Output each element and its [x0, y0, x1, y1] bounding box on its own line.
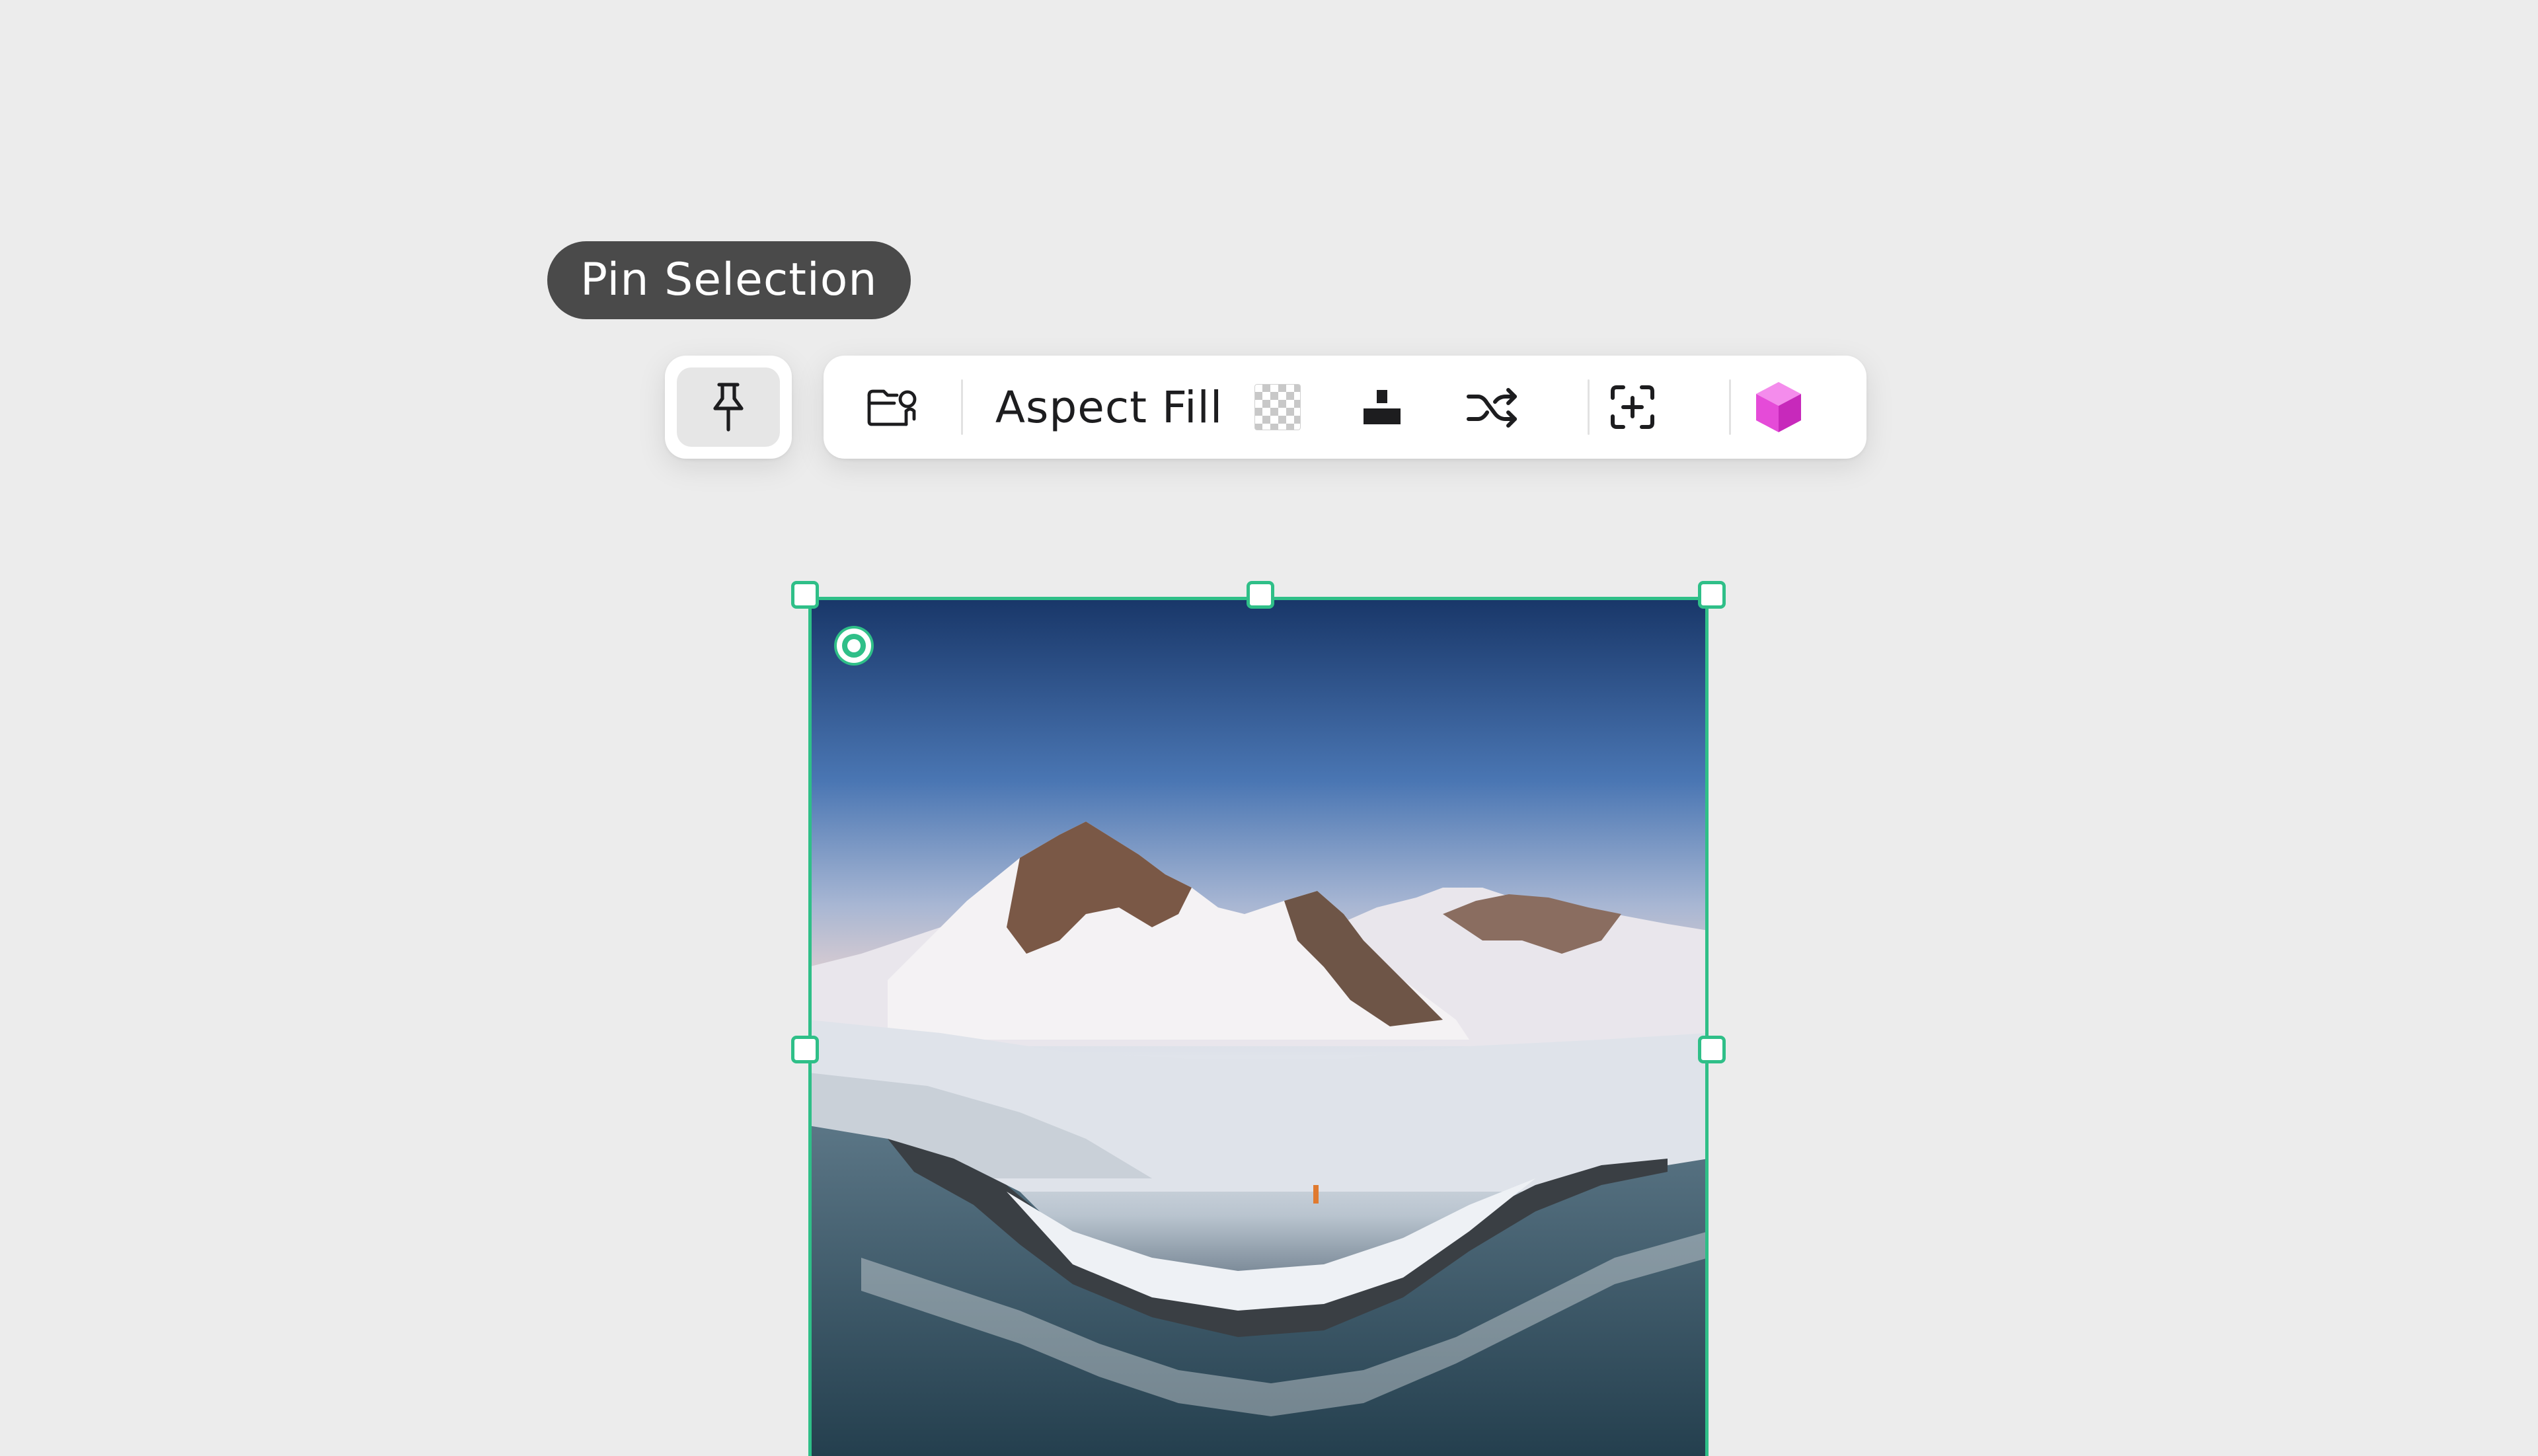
- resize-handle-right[interactable]: [1698, 1036, 1726, 1063]
- fill-mode-label: Aspect Fill: [995, 381, 1223, 433]
- pin-selection-tooltip: Pin Selection: [547, 241, 911, 319]
- checkerboard-icon: [1254, 384, 1301, 430]
- add-frame-icon: [1611, 385, 1654, 429]
- folder-image-icon: [867, 389, 917, 426]
- pin-selection-button[interactable]: [677, 367, 780, 447]
- stack-button[interactable]: [1352, 374, 1412, 440]
- image-toolbar: Aspect Fill: [824, 356, 1866, 459]
- transparency-button[interactable]: [1248, 374, 1307, 440]
- selected-image[interactable]: [808, 597, 1709, 1456]
- toolbar-separator: [961, 379, 963, 435]
- fill-mode-button[interactable]: Aspect Fill: [983, 374, 1235, 440]
- layer-stack-icon: [1364, 390, 1401, 424]
- add-frame-button[interactable]: [1599, 374, 1666, 440]
- open-image-button[interactable]: [857, 374, 929, 440]
- resize-handle-top[interactable]: [1247, 581, 1274, 609]
- pin-icon: [713, 383, 744, 432]
- toolbar-separator: [1729, 379, 1731, 435]
- anchor-point[interactable]: [837, 629, 871, 663]
- resize-handle-top-left[interactable]: [791, 581, 819, 609]
- cube-icon: [1756, 382, 1801, 432]
- toolbar-separator: [1588, 379, 1590, 435]
- resize-handle-top-right[interactable]: [1698, 581, 1726, 609]
- shuffle-icon: [1467, 388, 1517, 428]
- canvas: Pin Selection Aspect Fill: [0, 0, 2538, 1456]
- landscape-photo: [808, 597, 1709, 1456]
- pin-group: [665, 356, 792, 459]
- shuffle-button[interactable]: [1459, 374, 1525, 440]
- 3d-object-button[interactable]: [1742, 374, 1815, 440]
- resize-handle-left[interactable]: [791, 1036, 819, 1063]
